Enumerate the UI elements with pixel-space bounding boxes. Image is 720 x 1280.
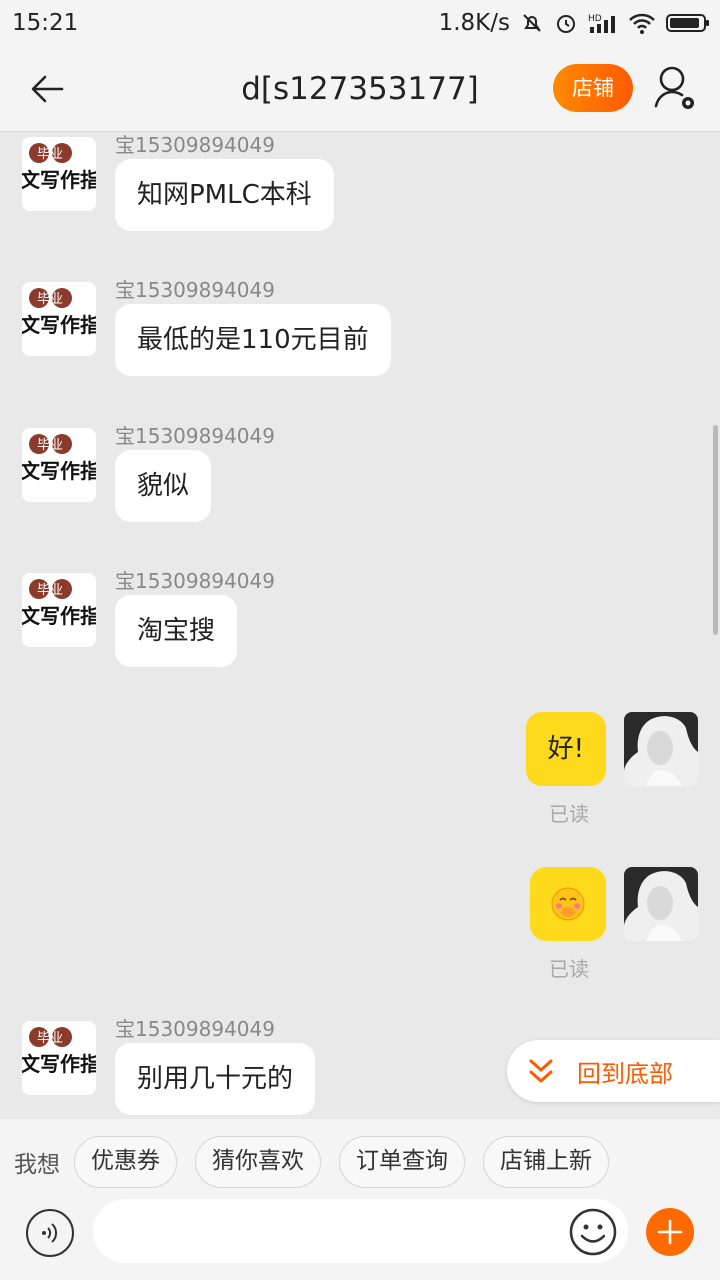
smiley-icon bbox=[569, 1208, 617, 1256]
chip-coupon[interactable]: 优惠券 bbox=[74, 1136, 177, 1188]
message-bubble[interactable]: 好! bbox=[525, 712, 606, 786]
svg-text:毕业: 毕业 bbox=[37, 583, 63, 598]
read-status: 已读 bbox=[549, 802, 589, 826]
svg-text:毕业: 毕业 bbox=[37, 147, 63, 162]
shop-avatar[interactable]: 毕业 文写作指 bbox=[22, 282, 96, 356]
wifi-icon bbox=[629, 13, 655, 34]
alarm-icon bbox=[557, 15, 575, 33]
message-bubble[interactable]: 知网PMLC本科 bbox=[115, 159, 334, 231]
message-input[interactable] bbox=[93, 1199, 628, 1263]
svg-text:文写作指: 文写作指 bbox=[22, 313, 96, 337]
svg-text:毕业: 毕业 bbox=[37, 1031, 63, 1046]
mute-icon bbox=[523, 14, 541, 32]
sender-name: 宝15309894049 bbox=[115, 424, 275, 448]
svg-text:HD: HD bbox=[588, 14, 602, 24]
back-arrow-icon bbox=[31, 75, 64, 103]
hd-signal-icon: HD bbox=[588, 14, 615, 33]
scrollbar[interactable] bbox=[713, 425, 718, 635]
chip-new-arrivals[interactable]: 店铺上新 bbox=[483, 1136, 609, 1188]
sender-name: 宝15309894049 bbox=[115, 278, 275, 302]
battery-icon bbox=[666, 14, 709, 32]
message-outgoing: 好! 已读 bbox=[298, 712, 698, 832]
back-to-bottom-button[interactable]: 回到底部 bbox=[507, 1040, 720, 1102]
svg-text:毕业: 毕业 bbox=[37, 438, 63, 453]
back-to-bottom-label: 回到底部 bbox=[577, 1059, 673, 1088]
user-settings-icon bbox=[654, 66, 694, 109]
message-bubble[interactable]: 貌似 bbox=[115, 450, 212, 522]
message-bubble[interactable] bbox=[530, 867, 606, 941]
status-time: 15:21 bbox=[12, 10, 79, 36]
message-bubble[interactable]: 别用几十元的 bbox=[115, 1043, 316, 1115]
net-speed: 1.8K/s bbox=[438, 10, 510, 36]
svg-text:文写作指: 文写作指 bbox=[22, 459, 96, 483]
read-status: 已读 bbox=[549, 957, 589, 981]
chat-messages[interactable]: 毕业 文写作指 宝15309894049 知网PMLC本科 毕业 文写作指 宝1… bbox=[0, 133, 720, 1119]
svg-text:文写作指: 文写作指 bbox=[22, 168, 96, 192]
more-actions-button[interactable] bbox=[646, 1208, 694, 1256]
voice-icon bbox=[42, 1223, 58, 1243]
sender-name: 宝15309894049 bbox=[115, 1017, 275, 1041]
quick-actions-label: 我想 bbox=[14, 1152, 60, 1178]
sender-name: 宝15309894049 bbox=[115, 133, 275, 157]
input-bar bbox=[0, 1199, 720, 1280]
sender-name: 宝15309894049 bbox=[115, 569, 275, 593]
shop-avatar[interactable]: 毕业 文写作指 bbox=[22, 1021, 96, 1095]
svg-text:文写作指: 文写作指 bbox=[22, 1052, 96, 1076]
status-bar: 15:21 1.8K/s HD bbox=[0, 0, 720, 46]
quick-actions-bar: 我想 优惠券 猜你喜欢 订单查询 店铺上新 bbox=[0, 1119, 720, 1205]
user-avatar[interactable] bbox=[624, 712, 698, 786]
shop-avatar[interactable]: 毕业 文写作指 bbox=[22, 573, 96, 647]
voice-button[interactable] bbox=[26, 1209, 74, 1257]
plus-icon bbox=[657, 1219, 683, 1245]
chat-header: d[s127353177] 店铺 bbox=[0, 46, 720, 132]
back-button[interactable] bbox=[22, 64, 72, 114]
message-bubble[interactable]: 淘宝搜 bbox=[115, 595, 238, 667]
blushing-emoji-icon bbox=[551, 887, 585, 921]
double-chevron-down-icon bbox=[529, 1059, 553, 1083]
chat-title: d[s127353177] bbox=[241, 71, 479, 107]
message-outgoing: 已读 bbox=[298, 867, 698, 987]
chip-recommend[interactable]: 猜你喜欢 bbox=[195, 1136, 321, 1188]
svg-text:文写作指: 文写作指 bbox=[22, 604, 96, 628]
shop-button[interactable]: 店铺 bbox=[553, 64, 633, 112]
chip-order-query[interactable]: 订单查询 bbox=[339, 1136, 465, 1188]
shop-avatar[interactable]: 毕业 文写作指 bbox=[22, 428, 96, 502]
svg-text:毕业: 毕业 bbox=[37, 292, 63, 307]
message-bubble[interactable]: 最低的是110元目前 bbox=[115, 304, 391, 376]
emoji-button[interactable] bbox=[568, 1207, 618, 1257]
shop-avatar[interactable]: 毕业 文写作指 bbox=[22, 137, 96, 211]
user-avatar[interactable] bbox=[624, 867, 698, 941]
user-settings-button[interactable] bbox=[650, 62, 702, 114]
